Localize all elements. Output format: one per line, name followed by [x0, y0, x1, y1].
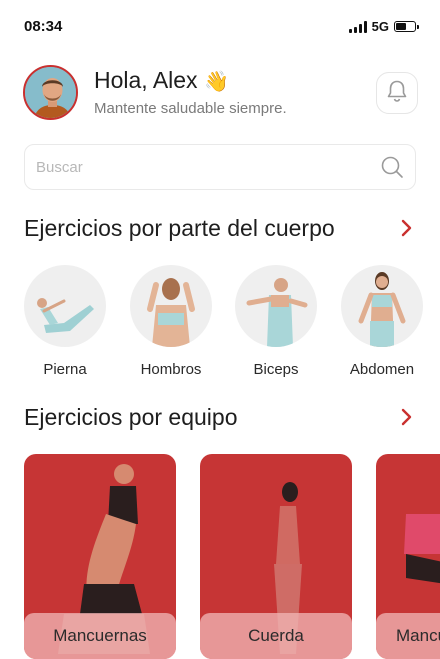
body-part-label: Abdomen [349, 361, 415, 378]
body-part-item-pierna[interactable]: Pierna [24, 265, 106, 378]
chevron-right-icon[interactable] [396, 218, 416, 238]
network-type: 5G [371, 19, 389, 34]
body-part-label: Pierna [43, 361, 87, 378]
signal-icon [348, 20, 367, 33]
equipment-label: Mancuernas [376, 613, 440, 659]
status-time: 08:34 [24, 18, 63, 35]
pierna-image [24, 265, 106, 347]
hombros-image [130, 265, 212, 347]
greeting-subtitle: Mantente saludable siempre. [94, 100, 287, 117]
body-part-label: Hombros [140, 361, 202, 378]
body-part-label: Biceps [253, 361, 299, 378]
avatar[interactable] [23, 65, 78, 120]
equipment-card-cuerda[interactable]: Cuerda [200, 454, 352, 659]
status-bar: 08:34 5G [0, 0, 440, 52]
greeting-text: Hola, Alex 👋 [94, 67, 229, 94]
equipment-list: Mancuernas Cuerda Mancuernas [24, 454, 440, 659]
chevron-right-icon[interactable] [396, 407, 416, 427]
equipment-title: Ejercicios por equipo [24, 403, 238, 430]
profile-header: Hola, Alex 👋 Mantente saludable siempre. [23, 65, 418, 121]
status-indicators: 5G [348, 19, 419, 34]
wave-emoji: 👋 [203, 71, 229, 93]
search-input[interactable] [36, 158, 380, 176]
battery-icon [394, 21, 419, 32]
body-parts-title: Ejercicios por parte del cuerpo [24, 214, 335, 241]
equipment-card-mancuernas-2[interactable]: Mancuernas [376, 454, 440, 659]
equipment-label: Mancuernas [24, 613, 176, 659]
biceps-image [235, 265, 317, 347]
search-icon[interactable] [380, 155, 404, 179]
body-part-item-hombros[interactable]: Hombros [130, 265, 212, 378]
battery-level [396, 23, 406, 30]
equipment-card-mancuernas[interactable]: Mancuernas [24, 454, 176, 659]
bell-icon [386, 79, 408, 108]
body-parts-list: Pierna Hombros Biceps Abdomen [24, 265, 440, 385]
equipment-header: Ejercicios por equipo [24, 401, 416, 433]
body-parts-header: Ejercicios por parte del cuerpo [24, 212, 416, 244]
greeting-label: Hola, Alex [94, 67, 198, 93]
search-bar [24, 144, 416, 190]
abdomen-image [341, 265, 423, 347]
notifications-button[interactable] [376, 72, 418, 114]
body-part-item-biceps[interactable]: Biceps [235, 265, 317, 378]
body-part-item-abdomen[interactable]: Abdomen [341, 265, 423, 378]
equipment-label: Cuerda [200, 613, 352, 659]
